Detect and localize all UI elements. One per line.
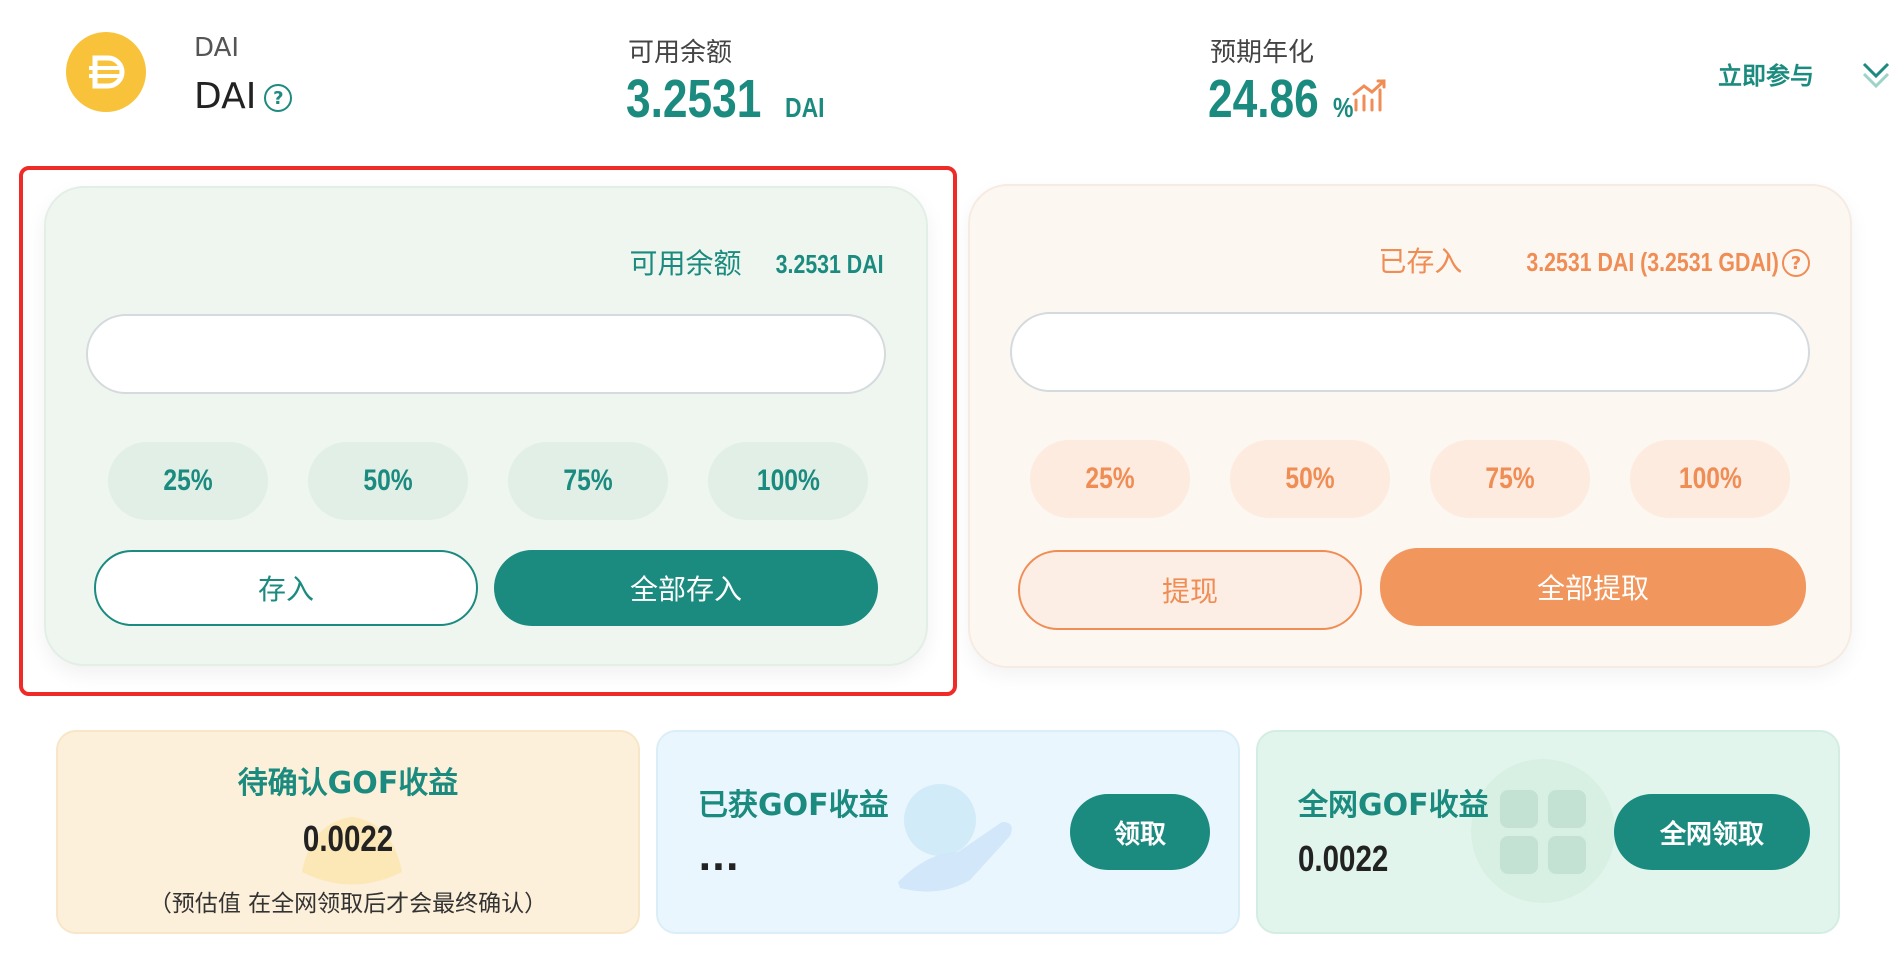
- pct-label: 50%: [1285, 462, 1335, 495]
- trend-up-icon: [1352, 79, 1386, 112]
- network-reward-value: 0.0022: [1298, 838, 1408, 880]
- withdraw-pct-50-button[interactable]: 50%: [1230, 440, 1390, 518]
- pool-header: DAI DAI? 可用余额 3.2531 DAI 预期年化 24.86% 立即参与: [0, 0, 1892, 150]
- withdraw-pct-100-button[interactable]: 100%: [1630, 440, 1790, 518]
- pct-label: 100%: [1678, 462, 1742, 495]
- dashboard-grid-icon: [1471, 759, 1615, 903]
- pending-reward-card: 待确认GOF收益 0.0022 （预估值 在全网领取后才会最终确认）: [56, 730, 640, 934]
- earned-reward-card: 已获GOF收益 ... 领取: [656, 730, 1240, 934]
- withdraw-button[interactable]: 提现: [1018, 550, 1362, 630]
- join-now-link[interactable]: 立即参与: [1718, 56, 1814, 91]
- balance-stat: 3.2531 DAI: [626, 68, 833, 130]
- withdraw-deposited-balance: 已存入 3.2531 DAI (3.2531 GDAI) ?: [1378, 240, 1810, 280]
- network-reward-title: 全网GOF收益: [1298, 788, 1489, 823]
- earned-reward-value: ...: [698, 838, 740, 879]
- pct-label: 75%: [1485, 462, 1535, 495]
- question-circle-icon[interactable]: ?: [264, 84, 293, 112]
- balance-value: 3.2531: [626, 69, 762, 129]
- network-reward-card: 全网GOF收益 0.0022 全网领取: [1256, 730, 1840, 934]
- withdraw-amount-input[interactable]: [1010, 312, 1810, 392]
- claim-button[interactable]: 领取: [1070, 794, 1210, 870]
- dai-coin-icon: [66, 32, 146, 112]
- double-chevron-down-icon[interactable]: [1860, 58, 1892, 92]
- balance-unit: DAI: [785, 92, 825, 123]
- coin-name-text: DAI: [194, 76, 257, 117]
- coin-name: DAI?: [194, 76, 293, 117]
- balance-label: 可用余额: [628, 38, 733, 68]
- apy-label: 预期年化: [1210, 38, 1315, 68]
- question-circle-icon[interactable]: ?: [1782, 249, 1810, 277]
- hand-coin-icon: [898, 784, 1012, 892]
- pct-label: 25%: [1085, 462, 1135, 495]
- apy-stat: 24.86%: [1208, 68, 1358, 130]
- deposited-label: 已存入: [1378, 245, 1463, 278]
- earned-reward-title: 已获GOF收益: [698, 788, 889, 823]
- pending-reward-title: 待确认GOF收益: [237, 766, 459, 801]
- coin-symbol: DAI: [194, 33, 240, 63]
- pending-reward-amount: 0.0022: [302, 818, 394, 859]
- withdraw-all-button[interactable]: 全部提取: [1380, 548, 1806, 626]
- network-reward-amount: 0.0022: [1298, 838, 1389, 879]
- withdraw-panel: 已存入 3.2531 DAI (3.2531 GDAI) ? 25% 50% 7…: [968, 184, 1852, 668]
- deposited-value: 3.2531 DAI (3.2531 GDAI): [1526, 247, 1780, 277]
- highlight-box: [19, 166, 957, 696]
- pending-reward-note: （预估值 在全网领取后才会最终确认）: [148, 891, 548, 917]
- withdraw-pct-25-button[interactable]: 25%: [1030, 440, 1190, 518]
- network-claim-button[interactable]: 全网领取: [1614, 794, 1810, 870]
- withdraw-pct-75-button[interactable]: 75%: [1430, 440, 1590, 518]
- pending-reward-value: 0.0022: [58, 818, 638, 860]
- apy-value: 24.86: [1208, 69, 1319, 129]
